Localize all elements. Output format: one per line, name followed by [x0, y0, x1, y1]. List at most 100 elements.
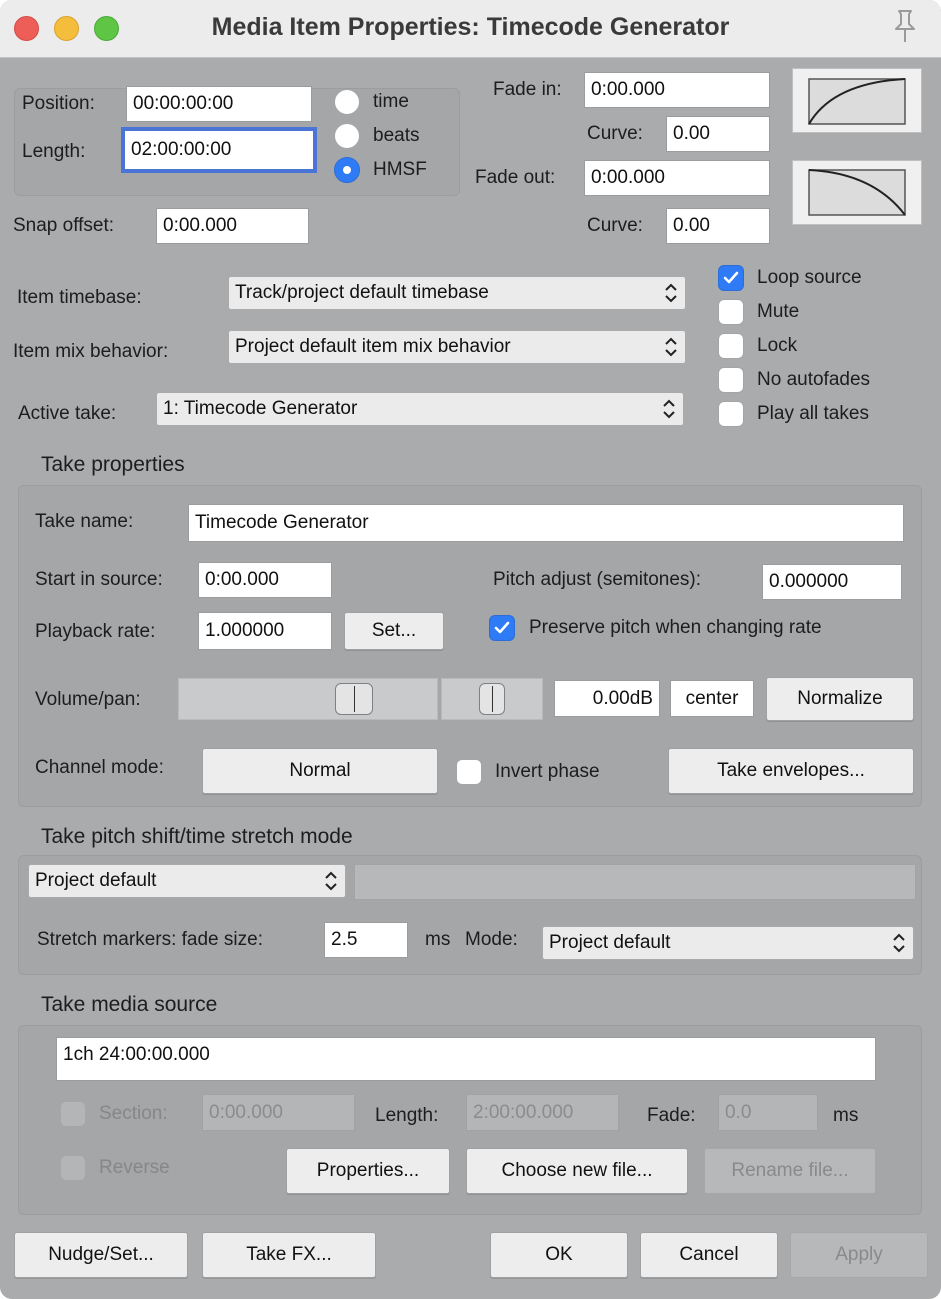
apply-button: Apply — [790, 1232, 928, 1278]
section-fade-field: 0.0 — [718, 1094, 818, 1131]
timebase-hmsf-label: HMSF — [373, 159, 427, 180]
marker-mode-select[interactable]: Project default — [542, 926, 914, 960]
nudge-set-button[interactable]: Nudge/Set... — [14, 1232, 188, 1278]
marker-mode-label: Mode: — [465, 929, 518, 950]
ok-button[interactable]: OK — [490, 1232, 628, 1278]
fade-out-field[interactable]: 0:00.000 — [584, 160, 770, 196]
choose-new-file-button[interactable]: Choose new file... — [466, 1148, 688, 1194]
mix-behavior-value: Project default item mix behavior — [235, 336, 511, 357]
fade-in-label: Fade in: — [493, 79, 562, 100]
fade-in-shape-button[interactable] — [792, 68, 922, 133]
stretch-mode-title: Take pitch shift/time stretch mode — [41, 825, 353, 848]
fade-out-curve-label: Curve: — [587, 215, 643, 236]
invert-phase-checkbox[interactable] — [456, 759, 482, 785]
checkmark-icon — [723, 271, 739, 284]
section-length-field: 2:00:00.000 — [466, 1094, 619, 1131]
fade-out-curve-icon — [808, 169, 906, 216]
fade-in-curve-icon — [808, 78, 906, 125]
marker-mode-value: Project default — [549, 932, 671, 953]
start-in-source-field[interactable]: 0:00.000 — [198, 562, 332, 598]
cancel-button[interactable]: Cancel — [640, 1232, 778, 1278]
lock-checkbox[interactable] — [718, 333, 744, 359]
fade-out-label: Fade out: — [475, 167, 556, 188]
item-timebase-label: Item timebase: — [17, 287, 142, 308]
snap-offset-label: Snap offset: — [13, 215, 115, 236]
pin-icon[interactable] — [891, 8, 919, 44]
channel-mode-label: Channel mode: — [35, 757, 164, 778]
timebase-beats-label: beats — [373, 125, 420, 146]
position-field[interactable]: 00:00:00:00 — [126, 86, 312, 122]
updown-arrows-icon — [325, 871, 337, 891]
fade-out-curve-field[interactable]: 0.00 — [666, 208, 770, 244]
playback-rate-field[interactable]: 1.000000 — [198, 612, 332, 650]
section-fade-label: Fade: — [647, 1105, 696, 1126]
set-rate-button[interactable]: Set... — [344, 612, 444, 650]
window-title: Media Item Properties: Timecode Generato… — [211, 13, 730, 41]
pan-slider[interactable] — [441, 678, 543, 720]
fade-in-curve-field[interactable]: 0.00 — [666, 116, 770, 152]
fade-in-field[interactable]: 0:00.000 — [584, 72, 770, 108]
no-autofades-checkbox[interactable] — [718, 367, 744, 393]
normalize-button[interactable]: Normalize — [766, 677, 914, 721]
title-bar: Media Item Properties: Timecode Generato… — [0, 0, 941, 58]
section-label: Section: — [99, 1103, 168, 1124]
active-take-select[interactable]: 1: Timecode Generator — [156, 392, 684, 426]
section-fade-unit: ms — [833, 1105, 859, 1126]
item-timebase-value: Track/project default timebase — [235, 282, 489, 303]
media-source-field: 1ch 24:00:00.000 — [56, 1037, 876, 1081]
mute-checkbox[interactable] — [718, 299, 744, 325]
item-timebase-select[interactable]: Track/project default timebase — [228, 276, 686, 310]
active-take-value: 1: Timecode Generator — [163, 398, 358, 419]
lock-label: Lock — [757, 335, 798, 356]
updown-arrows-icon — [665, 337, 677, 357]
volume-db-field[interactable]: 0.00dB — [554, 680, 660, 717]
channel-mode-button[interactable]: Normal — [202, 748, 438, 794]
timebase-radio-time[interactable] — [334, 89, 360, 115]
checkmark-icon — [494, 621, 510, 634]
pan-field[interactable]: center — [670, 680, 754, 717]
reverse-checkbox[interactable] — [60, 1155, 86, 1181]
preserve-pitch-checkbox[interactable] — [489, 615, 515, 641]
section-checkbox[interactable] — [60, 1101, 86, 1127]
section-field: 0:00.000 — [202, 1094, 355, 1131]
timebase-radio-hmsf[interactable] — [334, 157, 360, 183]
media-source-title: Take media source — [41, 993, 218, 1016]
reverse-label: Reverse — [99, 1157, 170, 1178]
length-field[interactable]: 02:00:00:00 — [121, 127, 317, 173]
take-envelopes-button[interactable]: Take envelopes... — [668, 748, 914, 794]
fade-size-label: Stretch markers: fade size: — [37, 929, 263, 950]
preserve-pitch-label: Preserve pitch when changing rate — [529, 617, 822, 638]
section-length-label: Length: — [375, 1105, 439, 1126]
pitch-shift-mode-select[interactable]: Project default — [28, 864, 346, 898]
start-in-source-label: Start in source: — [35, 569, 163, 590]
take-name-label: Take name: — [35, 511, 134, 532]
playback-rate-label: Playback rate: — [35, 621, 156, 642]
take-properties-title: Take properties — [41, 453, 185, 476]
pan-slider-knob[interactable] — [479, 683, 505, 715]
updown-arrows-icon — [663, 399, 675, 419]
take-fx-button[interactable]: Take FX... — [202, 1232, 376, 1278]
active-take-label: Active take: — [18, 403, 117, 424]
updown-arrows-icon — [665, 283, 677, 303]
volume-slider[interactable] — [178, 678, 438, 720]
timebase-radio-beats[interactable] — [334, 123, 360, 149]
take-name-field[interactable]: Timecode Generator — [188, 504, 904, 542]
loop-source-checkbox[interactable] — [718, 265, 744, 291]
snap-offset-field[interactable]: 0:00.000 — [156, 208, 309, 244]
fade-out-shape-button[interactable] — [792, 160, 922, 225]
loop-source-label: Loop source — [757, 267, 862, 288]
fade-in-curve-label: Curve: — [587, 123, 643, 144]
timebase-time-label: time — [373, 91, 409, 112]
play-all-takes-checkbox[interactable] — [718, 401, 744, 427]
updown-arrows-icon — [893, 933, 905, 953]
source-properties-button[interactable]: Properties... — [286, 1148, 450, 1194]
pitch-adjust-field[interactable]: 0.000000 — [762, 564, 902, 600]
invert-phase-label: Invert phase — [495, 761, 600, 782]
length-label: Length: — [22, 141, 86, 162]
fade-size-field[interactable]: 2.5 — [324, 922, 408, 958]
mix-behavior-select[interactable]: Project default item mix behavior — [228, 330, 686, 364]
pitch-shift-submode-select — [354, 864, 916, 900]
play-all-takes-label: Play all takes — [757, 403, 869, 424]
mix-behavior-label: Item mix behavior: — [13, 341, 169, 362]
volume-slider-knob[interactable] — [335, 683, 373, 715]
